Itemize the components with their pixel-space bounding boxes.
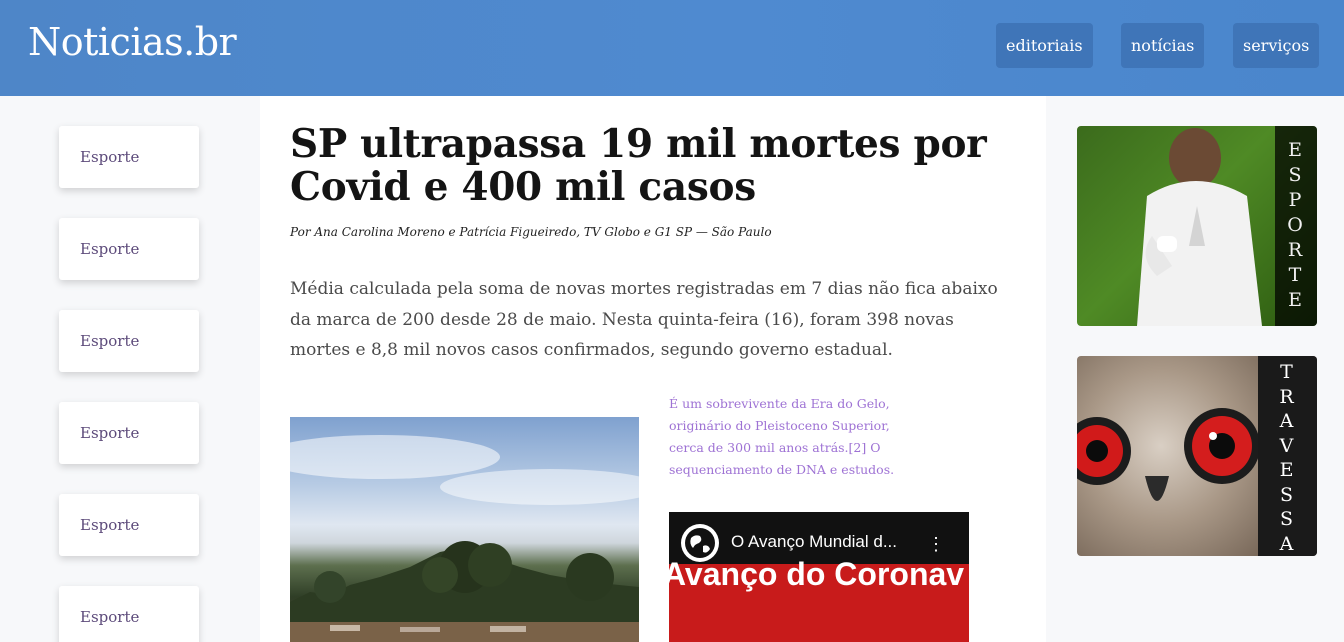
article-main: SP ultrapassa 19 mil mortes por Covid e … bbox=[260, 96, 1046, 642]
promo-letter: R bbox=[1279, 385, 1296, 408]
sidebar-item-esporte[interactable]: Esporte bbox=[59, 494, 199, 556]
nav-editoriais-button[interactable]: editoriais bbox=[996, 23, 1093, 68]
right-sidebar: E S P O R T E T R A V E S S A bbox=[1046, 96, 1344, 642]
nav-servicos-button[interactable]: serviços bbox=[1233, 23, 1320, 68]
owl-illustration bbox=[1077, 408, 1258, 501]
promo-letter: E bbox=[1288, 289, 1304, 311]
sidebar-item-esporte[interactable]: Esporte bbox=[59, 402, 199, 464]
video-overlay-text: Avanço do Coronav bbox=[669, 556, 965, 592]
site-logo[interactable]: Noticias.br bbox=[28, 20, 237, 64]
promo-letter: E bbox=[1288, 139, 1304, 161]
site-header: Noticias.br editoriais notícias serviços bbox=[0, 0, 1344, 96]
promo-letter: S bbox=[1279, 483, 1296, 506]
promo-letter: T bbox=[1288, 264, 1304, 286]
promo-travessa-label: T R A V E S S A bbox=[1258, 356, 1317, 556]
football-player-illustration bbox=[1137, 128, 1262, 326]
promo-esporte-label: E S P O R T E bbox=[1275, 126, 1317, 326]
promo-letter: S bbox=[1279, 508, 1296, 530]
promo-letter: R bbox=[1287, 239, 1305, 261]
nav-noticias-button[interactable]: notícias bbox=[1121, 23, 1205, 68]
promo-letter: S bbox=[1288, 164, 1304, 186]
article-byline: Por Ana Carolina Moreno e Patrícia Figue… bbox=[290, 225, 772, 239]
video-title[interactable]: O Avanço Mundial d... bbox=[731, 532, 897, 552]
article-lede: Média calculada pela soma de novas morte… bbox=[290, 279, 998, 360]
sidebar-item-esporte[interactable]: Esporte bbox=[59, 310, 199, 372]
left-sidebar: Esporte Esporte Esporte Esporte Esporte … bbox=[0, 96, 260, 642]
embedded-video[interactable]: O Avanço Mundial d... ⋮ Avanço do Corona… bbox=[669, 512, 969, 642]
article-aside-note: É um sobrevivente da Era do Gelo, origin… bbox=[669, 396, 895, 477]
sidebar-item-esporte[interactable]: Esporte bbox=[59, 126, 199, 188]
kebab-menu-icon[interactable]: ⋮ bbox=[927, 534, 945, 555]
sidebar-item-esporte[interactable]: Esporte bbox=[59, 586, 199, 642]
promo-letter: E bbox=[1279, 459, 1296, 481]
promo-letter: T bbox=[1280, 361, 1295, 383]
promo-letter: O bbox=[1287, 214, 1305, 236]
promo-letter: A bbox=[1279, 532, 1296, 555]
sidebar-item-esporte[interactable]: Esporte bbox=[59, 218, 199, 280]
cemetery-photo-illustration bbox=[290, 435, 639, 642]
promo-travessa[interactable]: T R A V E S S A bbox=[1077, 356, 1317, 556]
article-headline: SP ultrapassa 19 mil mortes por Covid e … bbox=[290, 121, 987, 210]
promo-esporte[interactable]: E S P O R T E bbox=[1077, 126, 1317, 326]
promo-letter: A bbox=[1279, 410, 1296, 432]
promo-letter: P bbox=[1288, 189, 1304, 211]
article-photo bbox=[290, 417, 639, 642]
promo-letter: V bbox=[1279, 434, 1296, 457]
